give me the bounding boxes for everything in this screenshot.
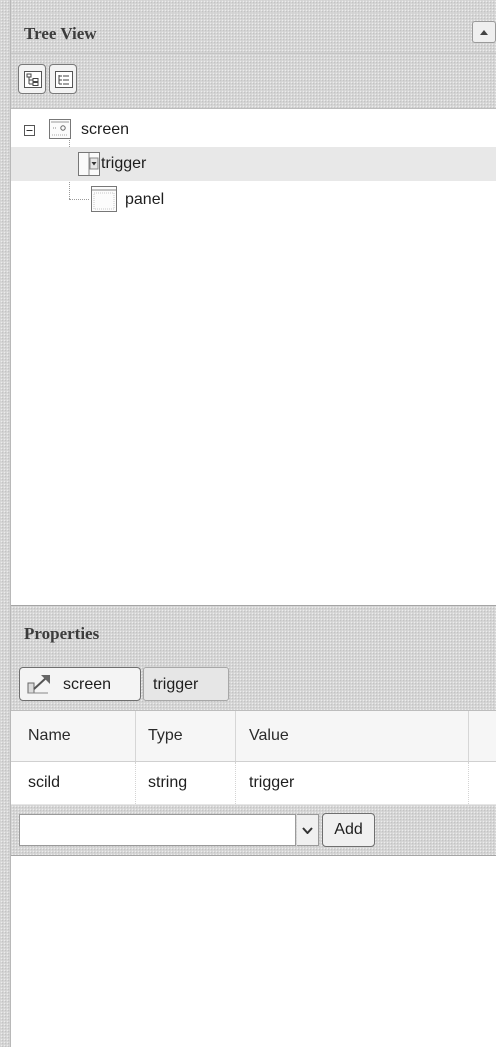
property-name-dropdown[interactable] xyxy=(297,814,319,846)
column-header-value[interactable]: Value xyxy=(249,727,289,745)
top-strip xyxy=(11,0,496,13)
tree-view-body: screen trigger panel xyxy=(11,109,496,603)
trigger-node-icon xyxy=(78,152,100,176)
add-property-bar: Add xyxy=(11,805,496,856)
tree-node-label: panel xyxy=(125,191,165,208)
expand-all-button[interactable] xyxy=(18,64,46,94)
chevron-down-icon xyxy=(302,827,313,834)
breadcrumb-trigger-item[interactable]: trigger xyxy=(143,667,229,701)
properties-header: Properties xyxy=(11,605,496,661)
add-button[interactable]: Add xyxy=(322,813,375,847)
cell-name: scild xyxy=(28,774,61,791)
expand-tree-icon xyxy=(24,71,42,88)
up-arrow-icon xyxy=(27,675,50,694)
column-header-name[interactable]: Name xyxy=(28,727,71,745)
tree-node-label: screen xyxy=(81,121,130,138)
panel-node-icon xyxy=(91,186,117,212)
app-root: Tree View screen trigger panel Propertie… xyxy=(0,0,496,1047)
table-row[interactable]: scild string trigger xyxy=(11,762,496,805)
tree-view-toolbar xyxy=(11,54,496,109)
breadcrumb-screen-button[interactable]: screen xyxy=(19,667,141,701)
properties-grid-header: Name Type Value xyxy=(11,711,496,762)
collapse-tree-icon xyxy=(55,71,73,88)
breadcrumb-label: screen xyxy=(63,676,112,693)
column-divider[interactable] xyxy=(468,711,469,761)
tree-node-trigger[interactable]: trigger xyxy=(11,147,496,181)
properties-breadcrumb: screen trigger xyxy=(11,660,496,711)
chevron-up-icon xyxy=(480,30,488,35)
tree-view-collapse-button[interactable] xyxy=(472,21,496,43)
tree-view-title: Tree View xyxy=(24,24,97,43)
collapse-all-button[interactable] xyxy=(49,64,77,94)
cell-value[interactable]: trigger xyxy=(249,774,294,792)
breadcrumb-label: trigger xyxy=(153,676,199,693)
properties-empty-area xyxy=(11,856,496,1047)
cell-type: string xyxy=(148,774,188,791)
tree-node-screen[interactable]: screen xyxy=(11,113,496,147)
left-gutter xyxy=(0,0,10,1047)
cell-divider xyxy=(135,762,137,804)
column-divider[interactable] xyxy=(235,711,236,761)
tree-view-header: Tree View xyxy=(11,13,496,54)
column-header-type[interactable]: Type xyxy=(148,727,183,745)
cell-divider xyxy=(468,762,470,804)
property-name-input[interactable] xyxy=(19,814,296,846)
tree-node-panel[interactable]: panel xyxy=(11,183,496,217)
screen-node-icon xyxy=(49,119,71,139)
column-divider[interactable] xyxy=(135,711,136,761)
properties-title: Properties xyxy=(24,624,100,643)
collapse-node-icon[interactable] xyxy=(24,125,35,136)
cell-divider xyxy=(235,762,237,804)
tree-node-label: trigger xyxy=(101,155,147,172)
